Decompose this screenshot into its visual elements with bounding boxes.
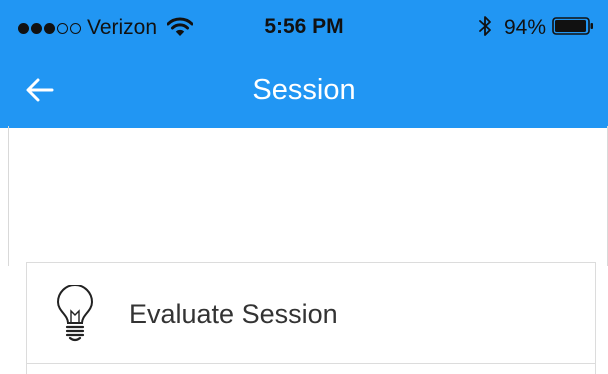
battery-percentage: 94% [503,16,546,39]
page-title: Session [252,74,356,106]
navigation-bar: Session [0,56,608,128]
lightbulb-icon [55,284,95,348]
bluetooth-icon [478,14,492,43]
list-container [8,126,608,266]
status-bar: Verizon 5:56 PM 94% [0,0,608,56]
battery-icon [552,16,594,41]
status-right: 94% [478,14,594,42]
app-screen: Verizon 5:56 PM 94% Session Evaluate Ses… [0,0,608,374]
next-list-item [26,364,596,374]
list-item-label: Evaluate Session [129,299,338,329]
evaluate-session-item[interactable]: Evaluate Session [26,262,596,364]
app-header: Verizon 5:56 PM 94% Session [0,0,608,128]
